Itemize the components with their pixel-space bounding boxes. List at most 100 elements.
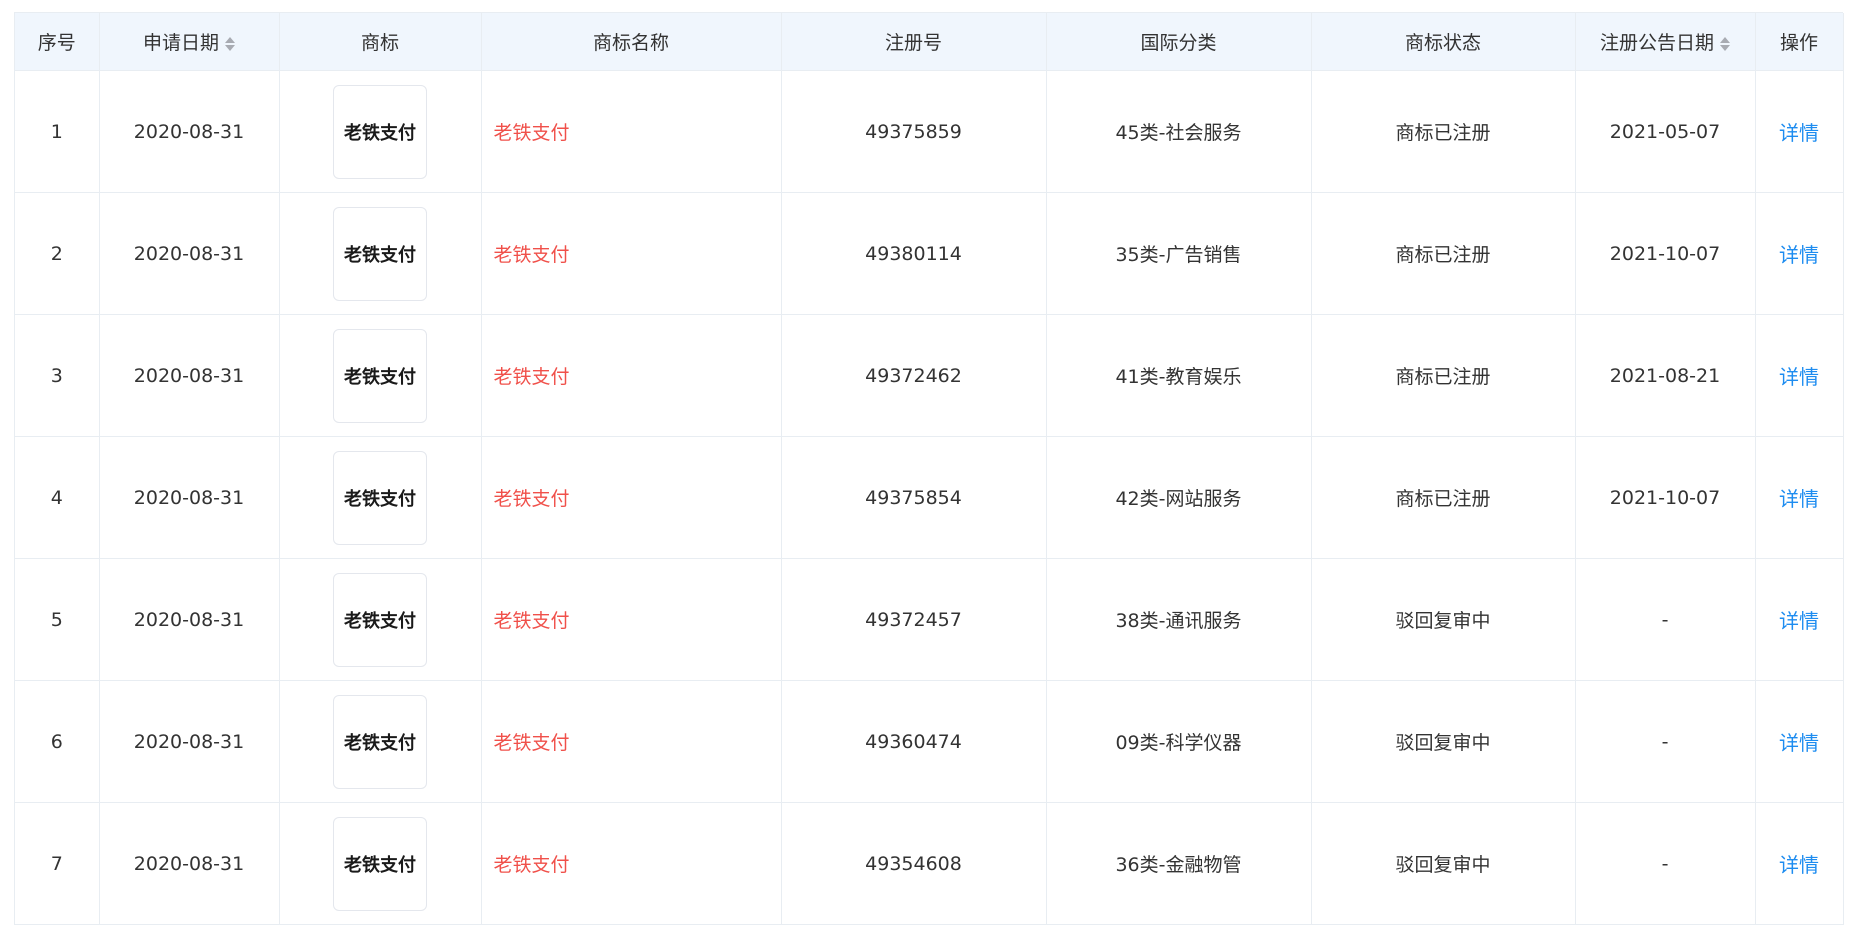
header-row: 序号 申请日期 商标 商标名称 注册号 国际分类 商标状态 注册公告日期 操作 <box>15 13 1844 71</box>
trademark-logo-image[interactable]: 老铁支付 <box>333 816 427 911</box>
header-notice-date[interactable]: 注册公告日期 <box>1575 13 1756 71</box>
cell-name: 老铁支付 <box>481 70 782 193</box>
cell-name: 老铁支付 <box>481 558 782 681</box>
cell-reg-no: 49372457 <box>781 558 1047 681</box>
table-row: 4 2020-08-31 老铁支付 老铁支付 49375854 42类-网站服务… <box>15 436 1844 559</box>
cell-class: 45类-社会服务 <box>1046 70 1312 193</box>
detail-link[interactable]: 详情 <box>1779 731 1819 755</box>
cell-index: 1 <box>15 70 100 193</box>
trademark-logo-image[interactable]: 老铁支付 <box>333 206 427 301</box>
cell-action: 详情 <box>1755 70 1844 193</box>
table-header: 序号 申请日期 商标 商标名称 注册号 国际分类 商标状态 注册公告日期 操作 <box>15 13 1844 71</box>
cell-reg-no: 49360474 <box>781 680 1047 803</box>
header-status: 商标状态 <box>1311 13 1576 71</box>
cell-index: 5 <box>15 558 100 681</box>
cell-logo: 老铁支付 <box>279 680 482 803</box>
cell-class: 35类-广告销售 <box>1046 192 1312 315</box>
cell-notice-date: 2021-05-07 <box>1575 70 1756 193</box>
table-body: 1 2020-08-31 老铁支付 老铁支付 49375859 45类-社会服务… <box>15 70 1844 925</box>
cell-logo: 老铁支付 <box>279 436 482 559</box>
header-notice-date-label: 注册公告日期 <box>1599 32 1714 54</box>
detail-link[interactable]: 详情 <box>1779 121 1819 145</box>
cell-logo: 老铁支付 <box>279 70 482 193</box>
cell-apply-date: 2020-08-31 <box>99 70 280 193</box>
header-index: 序号 <box>15 13 100 71</box>
sort-caret-icon[interactable] <box>1720 36 1730 52</box>
cell-status: 商标已注册 <box>1311 70 1576 193</box>
cell-notice-date: - <box>1575 680 1756 803</box>
cell-apply-date: 2020-08-31 <box>99 314 280 437</box>
cell-notice-date: - <box>1575 558 1756 681</box>
header-apply-date[interactable]: 申请日期 <box>99 13 280 71</box>
cell-logo: 老铁支付 <box>279 558 482 681</box>
table-row: 2 2020-08-31 老铁支付 老铁支付 49380114 35类-广告销售… <box>15 192 1844 315</box>
cell-class: 42类-网站服务 <box>1046 436 1312 559</box>
cell-reg-no: 49372462 <box>781 314 1047 437</box>
detail-link[interactable]: 详情 <box>1779 243 1819 267</box>
cell-logo: 老铁支付 <box>279 314 482 437</box>
header-class: 国际分类 <box>1046 13 1312 71</box>
cell-action: 详情 <box>1755 558 1844 681</box>
cell-index: 7 <box>15 802 100 925</box>
cell-status: 驳回复审中 <box>1311 558 1576 681</box>
cell-status: 商标已注册 <box>1311 192 1576 315</box>
cell-notice-date: 2021-08-21 <box>1575 314 1756 437</box>
header-action: 操作 <box>1755 13 1844 71</box>
detail-link[interactable]: 详情 <box>1779 609 1819 633</box>
header-apply-date-label: 申请日期 <box>142 32 219 54</box>
header-name: 商标名称 <box>481 13 782 71</box>
trademark-table-container: 序号 申请日期 商标 商标名称 注册号 国际分类 商标状态 注册公告日期 操作 … <box>14 12 1844 925</box>
cell-apply-date: 2020-08-31 <box>99 436 280 559</box>
cell-logo: 老铁支付 <box>279 192 482 315</box>
cell-index: 2 <box>15 192 100 315</box>
trademark-table: 序号 申请日期 商标 商标名称 注册号 国际分类 商标状态 注册公告日期 操作 … <box>15 13 1844 925</box>
cell-index: 3 <box>15 314 100 437</box>
cell-status: 商标已注册 <box>1311 436 1576 559</box>
cell-apply-date: 2020-08-31 <box>99 802 280 925</box>
cell-status: 商标已注册 <box>1311 314 1576 437</box>
trademark-logo-image[interactable]: 老铁支付 <box>333 450 427 545</box>
cell-status: 驳回复审中 <box>1311 802 1576 925</box>
trademark-logo-image[interactable]: 老铁支付 <box>333 84 427 179</box>
table-row: 3 2020-08-31 老铁支付 老铁支付 49372462 41类-教育娱乐… <box>15 314 1844 437</box>
header-reg-no: 注册号 <box>781 13 1047 71</box>
cell-logo: 老铁支付 <box>279 802 482 925</box>
table-row: 6 2020-08-31 老铁支付 老铁支付 49360474 09类-科学仪器… <box>15 680 1844 803</box>
cell-notice-date: - <box>1575 802 1756 925</box>
cell-action: 详情 <box>1755 192 1844 315</box>
cell-reg-no: 49354608 <box>781 802 1047 925</box>
trademark-logo-image[interactable]: 老铁支付 <box>333 694 427 789</box>
cell-name: 老铁支付 <box>481 314 782 437</box>
trademark-logo-image[interactable]: 老铁支付 <box>333 328 427 423</box>
cell-name: 老铁支付 <box>481 680 782 803</box>
cell-index: 4 <box>15 436 100 559</box>
cell-apply-date: 2020-08-31 <box>99 558 280 681</box>
cell-apply-date: 2020-08-31 <box>99 680 280 803</box>
cell-reg-no: 49375859 <box>781 70 1047 193</box>
detail-link[interactable]: 详情 <box>1779 853 1819 877</box>
cell-name: 老铁支付 <box>481 436 782 559</box>
table-row: 7 2020-08-31 老铁支付 老铁支付 49354608 36类-金融物管… <box>15 802 1844 925</box>
cell-status: 驳回复审中 <box>1311 680 1576 803</box>
cell-class: 09类-科学仪器 <box>1046 680 1312 803</box>
detail-link[interactable]: 详情 <box>1779 365 1819 389</box>
cell-apply-date: 2020-08-31 <box>99 192 280 315</box>
cell-class: 38类-通讯服务 <box>1046 558 1312 681</box>
cell-index: 6 <box>15 680 100 803</box>
cell-class: 36类-金融物管 <box>1046 802 1312 925</box>
cell-name: 老铁支付 <box>481 802 782 925</box>
cell-notice-date: 2021-10-07 <box>1575 436 1756 559</box>
table-row: 1 2020-08-31 老铁支付 老铁支付 49375859 45类-社会服务… <box>15 70 1844 193</box>
header-logo: 商标 <box>279 13 482 71</box>
sort-caret-icon[interactable] <box>225 36 235 52</box>
cell-action: 详情 <box>1755 314 1844 437</box>
cell-action: 详情 <box>1755 680 1844 803</box>
detail-link[interactable]: 详情 <box>1779 487 1819 511</box>
cell-action: 详情 <box>1755 436 1844 559</box>
cell-notice-date: 2021-10-07 <box>1575 192 1756 315</box>
cell-reg-no: 49380114 <box>781 192 1047 315</box>
table-row: 5 2020-08-31 老铁支付 老铁支付 49372457 38类-通讯服务… <box>15 558 1844 681</box>
cell-reg-no: 49375854 <box>781 436 1047 559</box>
trademark-logo-image[interactable]: 老铁支付 <box>333 572 427 667</box>
cell-class: 41类-教育娱乐 <box>1046 314 1312 437</box>
